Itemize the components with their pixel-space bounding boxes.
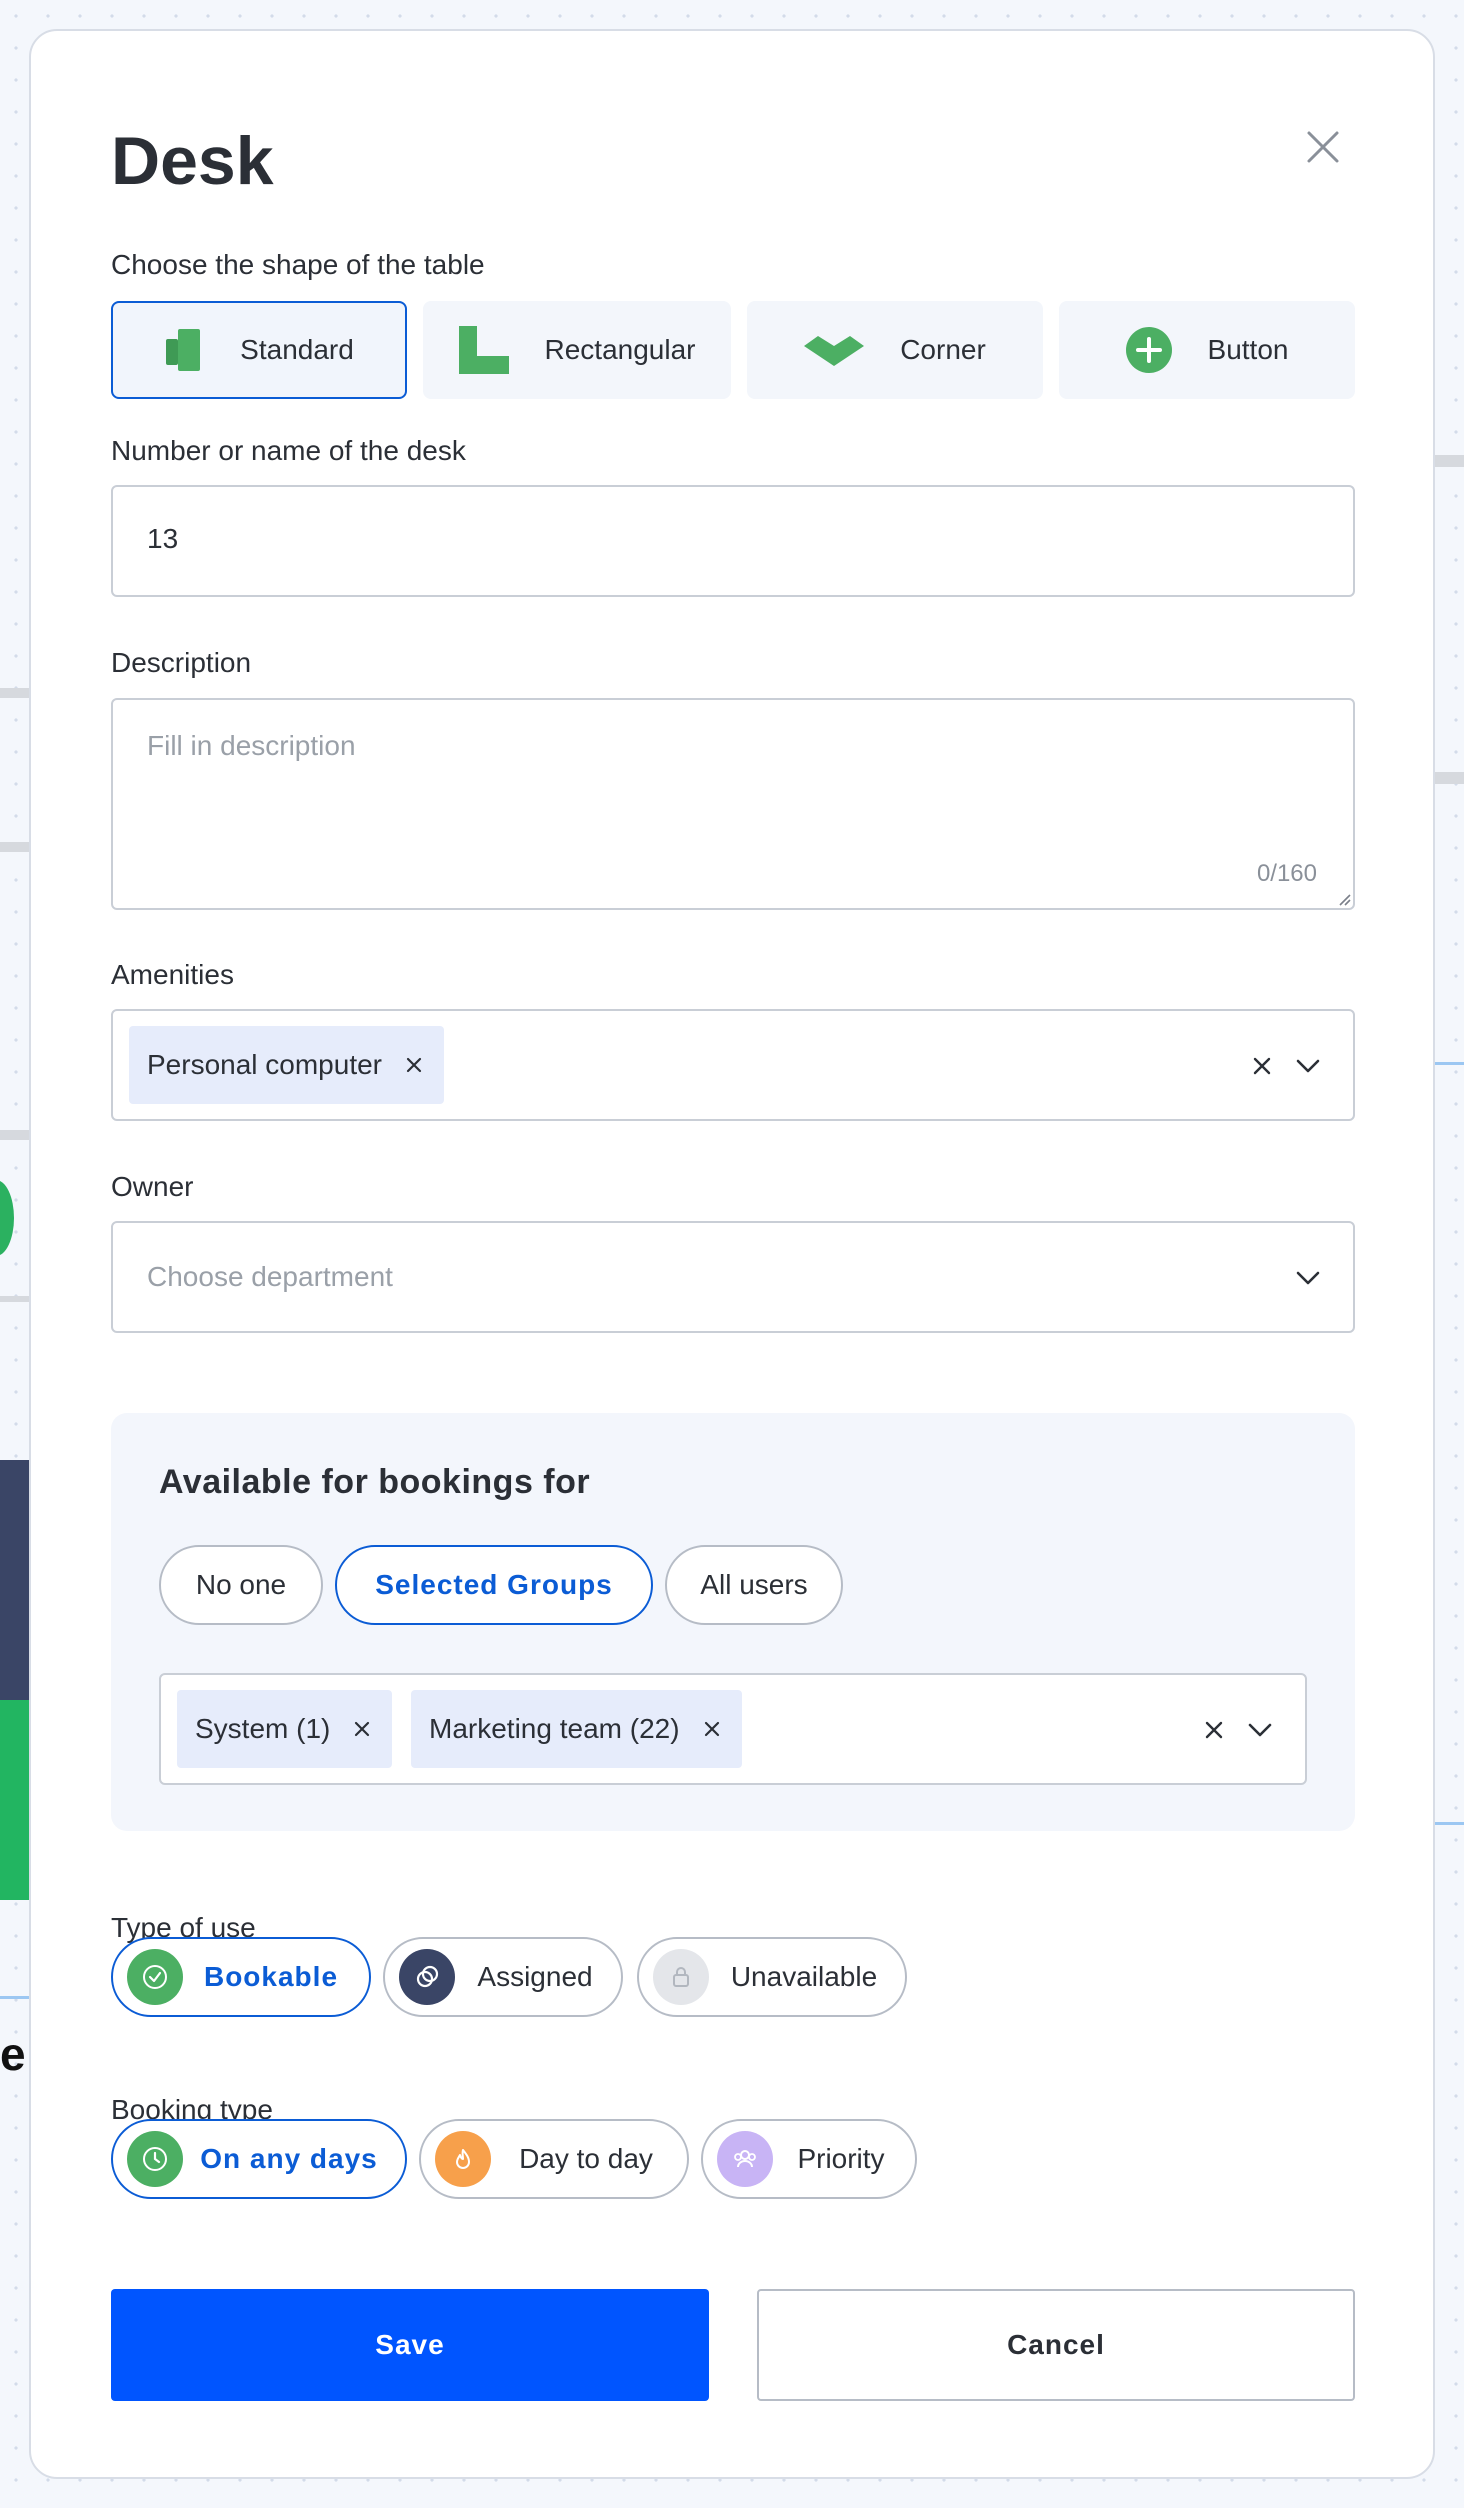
owner-select[interactable]: Choose department: [111, 1221, 1355, 1333]
floorplan-wall: [1435, 772, 1464, 784]
floorplan-wall: [1435, 455, 1464, 467]
clear-icon[interactable]: [1249, 1053, 1275, 1079]
description-textarea[interactable]: Fill in description 0/160: [111, 698, 1355, 910]
floorplan-shape: [0, 1700, 29, 1900]
group-chip: System (1): [177, 1690, 393, 1768]
chevron-down-icon[interactable]: [1293, 1053, 1323, 1079]
availability-option-selected-groups[interactable]: Selected Groups: [335, 1545, 653, 1625]
booking-any-days-button[interactable]: On any days: [111, 2119, 407, 2199]
corner-desk-icon: [804, 336, 865, 366]
chevron-down-icon[interactable]: [1293, 1265, 1323, 1291]
floorplan-line: [0, 1996, 29, 1999]
shape-label: Choose the shape of the table: [111, 249, 485, 280]
shape-corner-label: Corner: [900, 334, 986, 365]
rectangular-desk-icon: [458, 326, 509, 374]
lock-icon: [653, 1949, 709, 2005]
type-bookable-button[interactable]: Bookable: [111, 1937, 371, 2017]
type-bookable-label: Bookable: [203, 1961, 339, 1992]
availability-option-label: Selected Groups: [375, 1569, 613, 1600]
amenity-chip-label: Personal computer: [147, 1049, 383, 1080]
group-icon: [717, 2131, 773, 2187]
group-chip-label: Marketing team (22): [429, 1713, 680, 1744]
floorplan-wall: [0, 688, 29, 698]
remove-chip-icon[interactable]: [700, 1717, 724, 1741]
availability-title: Available for bookings for: [159, 1463, 591, 1501]
group-chip: Marketing team (22): [411, 1690, 742, 1768]
chevron-down-icon[interactable]: [1245, 1717, 1275, 1743]
shape-button-button[interactable]: Button: [1059, 301, 1355, 399]
amenities-label: Amenities: [111, 959, 234, 990]
cancel-button[interactable]: Cancel: [757, 2289, 1355, 2401]
description-counter: 0/160: [1256, 860, 1317, 887]
availability-option-label: All users: [700, 1569, 808, 1600]
modal-title: Desk: [111, 123, 274, 199]
description-placeholder: Fill in description: [147, 730, 356, 761]
availability-option-all-users[interactable]: All users: [665, 1545, 843, 1625]
assigned-icon: [399, 1949, 455, 2005]
floorplan-wall: [0, 842, 29, 852]
desk-name-input[interactable]: 13: [111, 485, 1355, 597]
close-icon[interactable]: [1299, 123, 1347, 171]
desk-name-value: 13: [147, 523, 179, 554]
shape-standard-label: Standard: [240, 334, 354, 365]
shape-standard-button[interactable]: Standard: [111, 301, 407, 399]
flame-icon: [435, 2131, 491, 2187]
type-assigned-label: Assigned: [477, 1961, 593, 1992]
check-circle-icon: [127, 1949, 183, 2005]
owner-placeholder: Choose department: [147, 1261, 393, 1292]
booking-day-to-day-button[interactable]: Day to day: [419, 2119, 689, 2199]
group-chip-label: System (1): [195, 1713, 331, 1744]
availability-option-label: No one: [195, 1569, 287, 1600]
floorplan-desk-marker: [0, 1180, 14, 1256]
shape-rectangular-button[interactable]: Rectangular: [423, 301, 731, 399]
desk-name-label: Number or name of the desk: [111, 435, 466, 466]
availability-panel: Available for bookings for No one Select…: [111, 1413, 1355, 1831]
description-label: Description: [111, 647, 252, 678]
floorplan-wall: [0, 1130, 29, 1140]
floorplan-fragment-text: e: [0, 2028, 26, 2080]
clear-icon[interactable]: [1201, 1717, 1227, 1743]
remove-chip-icon[interactable]: [350, 1717, 374, 1741]
booking-any-days-label: On any days: [200, 2143, 378, 2174]
booking-priority-label: Priority: [797, 2143, 885, 2174]
availability-option-no-one[interactable]: No one: [159, 1545, 323, 1625]
amenity-chip: Personal computer: [129, 1026, 445, 1104]
remove-chip-icon[interactable]: [402, 1053, 426, 1077]
standard-desk-icon: [166, 329, 201, 371]
desk-modal: Desk Choose the shape of the table Stand…: [29, 29, 1435, 2479]
type-unavailable-label: Unavailable: [730, 1961, 878, 1992]
owner-label: Owner: [111, 1171, 194, 1202]
resize-handle-icon[interactable]: [1335, 890, 1351, 906]
clock-icon: [127, 2131, 183, 2187]
floorplan-line: [1435, 1062, 1464, 1065]
shape-button-label: Button: [1207, 334, 1289, 365]
booking-day-to-day-label: Day to day: [519, 2143, 653, 2174]
type-unavailable-button[interactable]: Unavailable: [637, 1937, 907, 2017]
groups-select[interactable]: System (1) Marketing team (22): [159, 1673, 1307, 1785]
amenities-select[interactable]: Personal computer: [111, 1009, 1355, 1121]
type-assigned-button[interactable]: Assigned: [383, 1937, 623, 2017]
booking-priority-button[interactable]: Priority: [701, 2119, 917, 2199]
floorplan-shape: [0, 1460, 29, 1700]
shape-rectangular-label: Rectangular: [544, 334, 696, 365]
shape-corner-button[interactable]: Corner: [747, 301, 1043, 399]
save-button[interactable]: Save: [111, 2289, 709, 2401]
floorplan-line: [1435, 1822, 1464, 1825]
plus-circle-icon: [1125, 327, 1172, 373]
floorplan-wall: [0, 1296, 29, 1302]
